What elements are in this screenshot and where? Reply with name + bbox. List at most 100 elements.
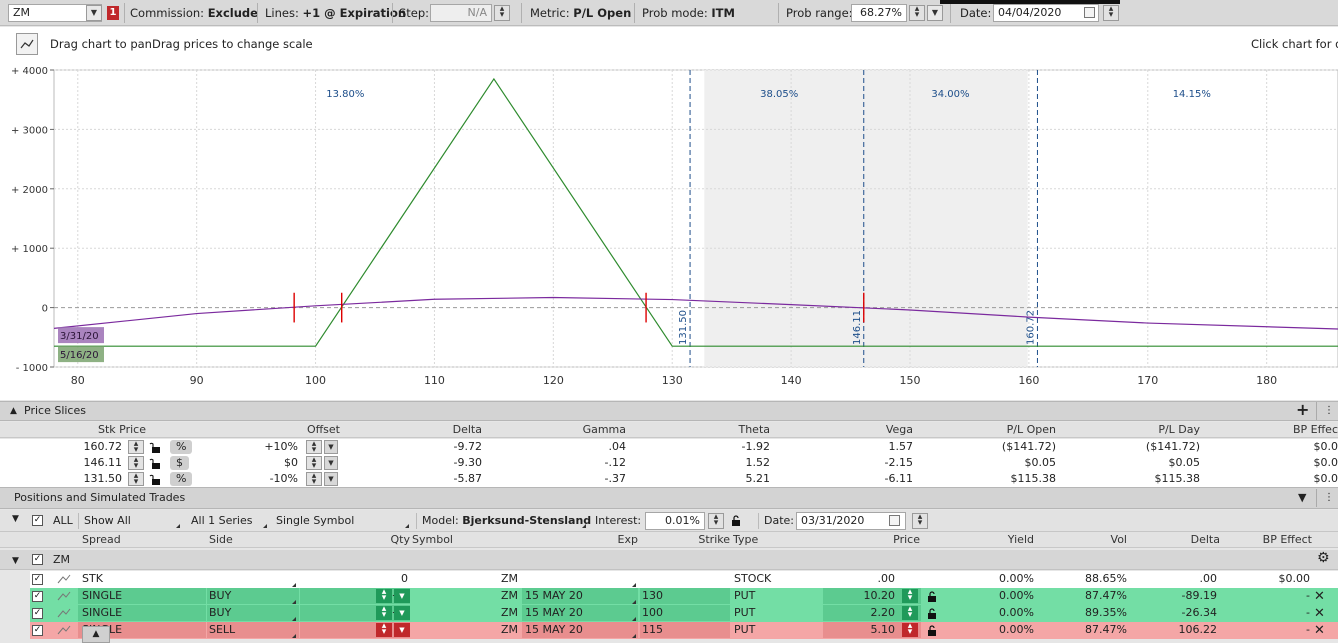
- offset-dropdown-icon[interactable]: ▼: [324, 456, 338, 470]
- row-side[interactable]: BUY: [207, 605, 299, 621]
- slice-unit-toggle[interactable]: %: [170, 440, 193, 454]
- symbol-dropdown-icon[interactable]: ▼: [86, 5, 102, 21]
- prob-range-dropdown-icon[interactable]: ▼: [927, 5, 943, 21]
- col-pl-day[interactable]: P/L Day: [1110, 422, 1200, 438]
- row-chart-icon[interactable]: [56, 624, 72, 636]
- col-gamma[interactable]: Gamma: [540, 422, 626, 438]
- risk-profile-chart[interactable]: 80 90 100 110 120 130 140 150 160 170 180 + 4000 + 3…: [0, 63, 1338, 400]
- row-checkbox[interactable]: ✓: [32, 591, 43, 602]
- qty-stepper[interactable]: ▴ ▾: [376, 588, 392, 603]
- col-stk-price[interactable]: Stk Price: [60, 422, 146, 438]
- slice-unit-toggle[interactable]: $: [170, 456, 189, 470]
- filter-collapse-icon[interactable]: ▼: [12, 514, 19, 524]
- step-input[interactable]: N/A: [430, 4, 492, 22]
- prob-range-stepper[interactable]: ▴ ▾: [909, 5, 925, 21]
- chart-type-button[interactable]: [16, 33, 38, 55]
- commission-control[interactable]: Commission: Exclude: [130, 0, 258, 26]
- prob-range-input[interactable]: 68.27%: [851, 4, 907, 22]
- col-type[interactable]: Type: [733, 532, 813, 548]
- row-chart-icon[interactable]: [56, 607, 72, 619]
- row-exp[interactable]: 15 MAY 20: [522, 605, 638, 621]
- row-spread[interactable]: SINGLE: [78, 588, 206, 604]
- row-strike[interactable]: 130: [640, 588, 730, 604]
- all-series-dropdown[interactable]: All 1 Series: [191, 514, 252, 527]
- positions-settings-icon[interactable]: ⋮⋮: [1324, 488, 1338, 508]
- show-all-dropdown[interactable]: Show All: [84, 514, 131, 527]
- remove-row-icon[interactable]: ✕: [1314, 605, 1328, 622]
- qty-dropdown-icon[interactable]: ▼: [394, 589, 410, 603]
- position-row[interactable]: ✓ STK 0 ZM STOCK .00 0.00% 88.65% .00 $0.00: [0, 571, 1338, 588]
- col-strike[interactable]: Strike: [660, 532, 730, 548]
- col-pos-delta[interactable]: Delta: [1150, 532, 1220, 548]
- offset-dropdown-icon[interactable]: ▼: [324, 472, 338, 486]
- slice-stepper[interactable]: ▴ ▾: [128, 440, 144, 455]
- pos-calendar-icon[interactable]: [889, 515, 900, 526]
- offset-stepper[interactable]: ▴ ▾: [306, 456, 322, 471]
- price-slice-row[interactable]: 146.11 ▴ ▾ $ $0 ▴ ▾ ▼ -9.30 -.12 1.52 -2.15 $0.05 $0.…: [0, 455, 1338, 471]
- add-slice-icon[interactable]: +: [1296, 401, 1309, 419]
- price-stepper[interactable]: ▴ ▾: [902, 605, 918, 620]
- alert-badge[interactable]: 1: [107, 6, 119, 20]
- lines-control[interactable]: Lines: +1 @ Expiration: [265, 0, 406, 26]
- row-qty[interactable]: 0: [300, 571, 410, 587]
- row-strike[interactable]: 100: [640, 605, 730, 621]
- group-collapse-icon[interactable]: ▼: [12, 553, 19, 569]
- metric-control[interactable]: Metric: P/L Open: [530, 0, 631, 26]
- group-gear-icon[interactable]: ⚙: [1317, 550, 1330, 566]
- row-checkbox[interactable]: ✓: [32, 574, 43, 585]
- col-vol[interactable]: Vol: [1060, 532, 1127, 548]
- row-checkbox[interactable]: ✓: [32, 608, 43, 619]
- date-stepper[interactable]: ▴ ▾: [1103, 5, 1119, 21]
- price-slice-row[interactable]: 160.72 ▴ ▾% +10% ▴ ▾ ▼ -9.72.04 -1.92 1.57 ($141.7…: [0, 439, 1338, 455]
- row-spread[interactable]: STK: [78, 571, 206, 587]
- slice-stepper[interactable]: ▴ ▾: [128, 472, 144, 487]
- unlock-icon[interactable]: [149, 441, 161, 453]
- remove-row-icon[interactable]: ✕: [1314, 588, 1328, 605]
- interest-lock-icon[interactable]: [730, 515, 742, 527]
- col-pos-bp-effect[interactable]: BP Effect: [1240, 532, 1312, 548]
- row-chart-icon[interactable]: [56, 590, 72, 602]
- step-stepper[interactable]: ▴ ▾: [494, 5, 510, 21]
- slices-settings-icon[interactable]: ⋮⋮: [1324, 402, 1338, 420]
- row-chart-icon[interactable]: [56, 573, 72, 585]
- qty-stepper[interactable]: ▴ ▾: [376, 605, 392, 620]
- col-theta[interactable]: Theta: [690, 422, 770, 438]
- select-all-checkbox[interactable]: ✓: [32, 515, 43, 526]
- qty-dropdown-icon[interactable]: ▼: [394, 623, 410, 637]
- interest-input[interactable]: 0.01%: [645, 512, 705, 530]
- unlock-icon[interactable]: [149, 473, 161, 485]
- col-delta[interactable]: Delta: [400, 422, 482, 438]
- collapse-chevron-icon[interactable]: ▲: [10, 402, 17, 420]
- slice-stk-price[interactable]: 131.50: [60, 471, 123, 487]
- row-side[interactable]: BUY: [207, 588, 299, 604]
- col-price[interactable]: Price: [840, 532, 920, 548]
- row-side[interactable]: SELL: [207, 622, 299, 638]
- row-exp[interactable]: 15 MAY 20: [522, 622, 638, 638]
- row-exp[interactable]: 15 MAY 20: [522, 588, 638, 604]
- slice-unit-toggle[interactable]: %: [170, 472, 193, 486]
- slice-stk-price[interactable]: 146.11: [60, 455, 123, 471]
- row-spread[interactable]: SINGLE: [78, 605, 206, 621]
- offset-stepper[interactable]: ▴ ▾: [306, 472, 322, 487]
- pos-date-stepper[interactable]: ▴ ▾: [912, 513, 928, 529]
- row-strike[interactable]: [640, 571, 730, 587]
- qty-stepper[interactable]: ▴ ▾: [376, 622, 392, 637]
- price-slice-row[interactable]: 131.50 ▴ ▾% -10% ▴ ▾ ▼ -5.87 -.37 5.21 -6.11 $115.3…: [0, 471, 1338, 487]
- price-lock-icon[interactable]: [926, 625, 938, 637]
- position-row[interactable]: ✓SINGLEBUY+3ZM15 MAY 20130PUT10.200.00%8…: [0, 588, 1338, 605]
- interest-stepper[interactable]: ▴ ▾: [708, 513, 724, 529]
- col-exp[interactable]: Exp: [560, 532, 638, 548]
- price-slices-header[interactable]: ▲ Price Slices + ⋮⋮: [0, 401, 1338, 421]
- col-offset[interactable]: Offset: [250, 422, 340, 438]
- positions-header[interactable]: Positions and Simulated Trades ▼ ⋮⋮: [0, 487, 1338, 509]
- position-row[interactable]: ✓SINGLEBUY+3ZM15 MAY 20100PUT2.200.00%89…: [0, 605, 1338, 622]
- offset-dropdown-icon[interactable]: ▼: [324, 440, 338, 454]
- col-side[interactable]: Side: [209, 532, 289, 548]
- col-pl-open[interactable]: P/L Open: [960, 422, 1056, 438]
- row-side[interactable]: [207, 571, 299, 587]
- group-row-zm[interactable]: ▼ ✓ ZM ⚙: [0, 550, 1338, 570]
- col-spread[interactable]: Spread: [82, 532, 202, 548]
- col-symbol[interactable]: Symbol: [412, 532, 492, 548]
- remove-row-icon[interactable]: ✕: [1314, 622, 1328, 639]
- slice-stepper[interactable]: ▴ ▾: [128, 456, 144, 471]
